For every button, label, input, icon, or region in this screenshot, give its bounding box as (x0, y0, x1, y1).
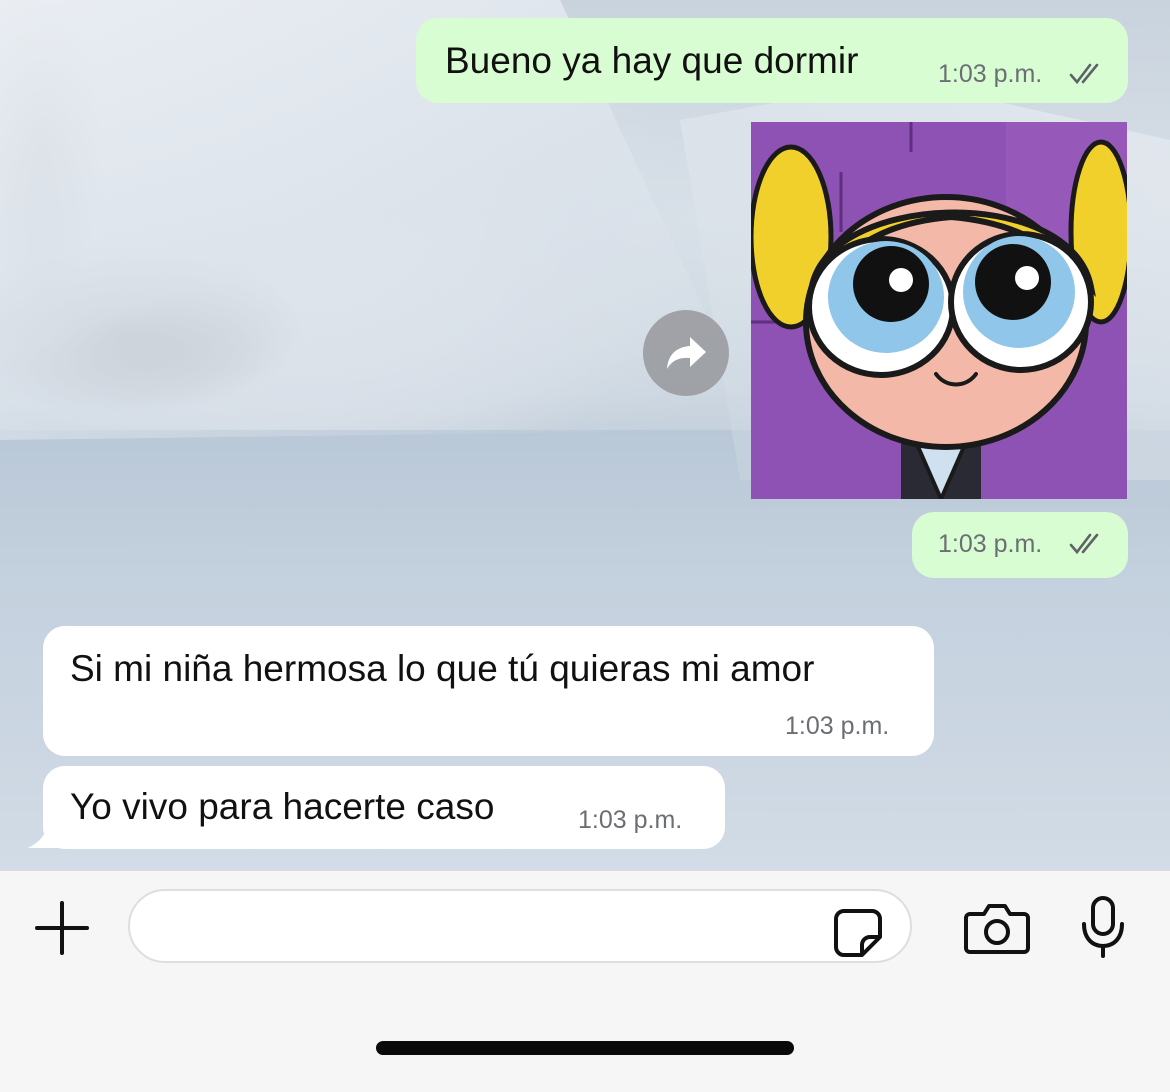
message-time: 1:03 p.m. (785, 712, 890, 740)
camera-icon (964, 904, 1030, 954)
message-text: Yo vivo para hacerte caso (70, 786, 495, 827)
attach-button[interactable] (32, 898, 92, 958)
plus-icon (35, 901, 89, 955)
message-time: 1:03 p.m. (938, 60, 1043, 88)
message-text: Bueno ya hay que dormir (445, 40, 859, 81)
microphone-icon (1082, 896, 1124, 958)
message-input[interactable] (128, 889, 912, 963)
voice-button[interactable] (1078, 894, 1128, 960)
image-time-bubble: 1:03 p.m. (912, 512, 1128, 578)
sticker-icon (834, 909, 882, 957)
read-ticks-icon (1069, 63, 1099, 85)
message-outgoing[interactable]: Bueno ya hay que dormir 1:03 p.m. (416, 18, 1128, 103)
message-time: 1:03 p.m. (938, 530, 1043, 558)
message-text: Si mi niña hermosa lo que tú quieras mi … (70, 648, 815, 689)
sticker-button[interactable] (830, 905, 886, 961)
forward-arrow-icon (667, 337, 706, 369)
home-indicator[interactable] (376, 1041, 794, 1055)
camera-button[interactable] (962, 900, 1032, 956)
chat-area: Bueno ya hay que dormir 1:03 p.m. 1:03 p… (0, 0, 1170, 870)
message-incoming[interactable]: Si mi niña hermosa lo que tú quieras mi … (43, 626, 934, 756)
bubbles-powerpuff-girl-sticker (751, 122, 1127, 499)
message-incoming[interactable]: Yo vivo para hacerte caso 1:03 p.m. (43, 766, 725, 849)
read-ticks-icon (1069, 533, 1099, 555)
forward-button[interactable] (643, 310, 729, 396)
message-image[interactable] (751, 122, 1127, 499)
message-time: 1:03 p.m. (578, 806, 683, 834)
